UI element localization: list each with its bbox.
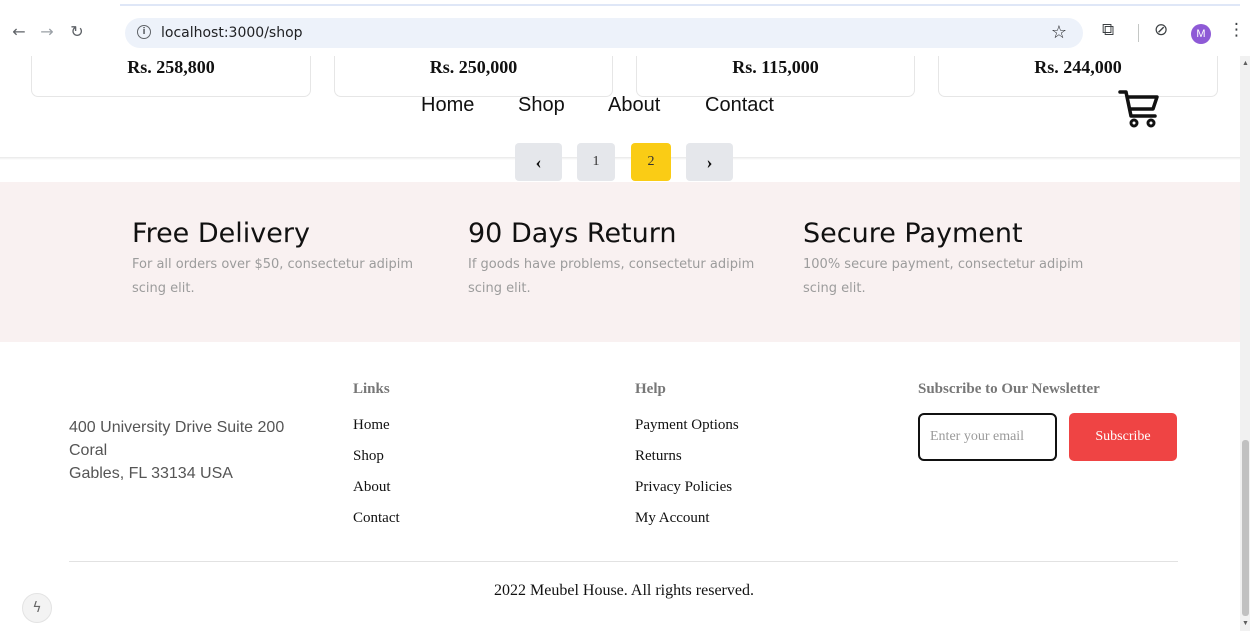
tab-strip-edge bbox=[120, 4, 1240, 6]
feature-secure-payment: Secure Payment 100% secure payment, cons… bbox=[803, 218, 1103, 301]
newsletter-email-input[interactable] bbox=[918, 413, 1057, 461]
pagination-prev-button[interactable]: ‹ bbox=[515, 143, 562, 181]
feature-description: For all orders over $50, consectetur adi… bbox=[132, 257, 414, 296]
footer-link-shop[interactable]: Shop bbox=[353, 448, 384, 465]
address-line: 400 University Drive Suite 200 bbox=[69, 419, 285, 436]
address-line: Coral bbox=[69, 442, 108, 459]
extensions-icon[interactable]: ⧉ bbox=[1102, 20, 1114, 40]
footer-divider bbox=[69, 561, 1178, 562]
footer-link-about[interactable]: About bbox=[353, 479, 391, 496]
profile-avatar[interactable]: M bbox=[1191, 24, 1211, 44]
performance-icon[interactable]: ⊘ bbox=[1154, 20, 1168, 40]
footer-link-contact[interactable]: Contact bbox=[353, 510, 400, 527]
footer-link-my-account[interactable]: My Account bbox=[635, 510, 710, 527]
product-price: Rs. 115,000 bbox=[732, 57, 819, 77]
footer-link-home[interactable]: Home bbox=[353, 417, 390, 434]
scroll-up-arrow-icon[interactable]: ▲ bbox=[1242, 60, 1249, 67]
header-divider bbox=[0, 157, 1240, 160]
pagination-page-1[interactable]: 1 bbox=[577, 143, 615, 181]
product-price: Rs. 244,000 bbox=[1034, 57, 1122, 77]
page-scrollbar-thumb[interactable] bbox=[1242, 440, 1249, 616]
footer-links-heading: Links bbox=[353, 381, 390, 397]
feature-title: Secure Payment bbox=[803, 218, 1023, 249]
bookmark-star-icon[interactable]: ☆ bbox=[1051, 22, 1067, 43]
pagination-page-2[interactable]: 2 bbox=[631, 143, 671, 181]
subscribe-button[interactable]: Subscribe bbox=[1069, 413, 1177, 461]
address-line: Gables, FL 33134 USA bbox=[69, 465, 233, 482]
features-section: Free Delivery For all orders over $50, c… bbox=[0, 182, 1240, 342]
footer-link-payment-options[interactable]: Payment Options bbox=[635, 417, 739, 434]
browser-toolbar: ← → ↻ i localhost:3000/shop ☆ ⧉ ⊘ M ⋮ bbox=[0, 0, 1250, 56]
feature-free-delivery: Free Delivery For all orders over $50, c… bbox=[132, 218, 432, 301]
product-price: Rs. 258,800 bbox=[127, 57, 215, 77]
page-viewport: Rs. 258,800 Rs. 250,000 Rs. 115,000 Rs. … bbox=[0, 56, 1240, 631]
copyright-text: 2022 Meubel House. All rights reserved. bbox=[494, 582, 754, 599]
footer-link-privacy-policies[interactable]: Privacy Policies bbox=[635, 479, 732, 496]
cart-icon[interactable] bbox=[1117, 86, 1161, 130]
footer-link-returns[interactable]: Returns bbox=[635, 448, 682, 465]
newsletter-heading: Subscribe to Our Newsletter bbox=[918, 381, 1100, 397]
forward-icon[interactable]: → bbox=[36, 20, 58, 42]
feature-title: Free Delivery bbox=[132, 218, 310, 249]
product-price: Rs. 250,000 bbox=[429, 57, 518, 77]
footer-help-heading: Help bbox=[635, 381, 666, 397]
feature-title: 90 Days Return bbox=[468, 218, 677, 249]
pagination-next-button[interactable]: › bbox=[686, 143, 733, 181]
feature-description: If goods have problems, consectetur adip… bbox=[468, 257, 755, 296]
nav-shop[interactable]: Shop bbox=[518, 94, 565, 117]
reload-icon[interactable]: ↻ bbox=[66, 20, 88, 42]
url-text[interactable]: localhost:3000/shop bbox=[161, 25, 303, 41]
devtools-bolt-icon[interactable]: ϟ bbox=[22, 593, 52, 623]
feature-description: 100% secure payment, consectetur adipim … bbox=[803, 257, 1084, 296]
feature-returns: 90 Days Return If goods have problems, c… bbox=[468, 218, 768, 301]
footer-address: 400 University Drive Suite 200 Coral Gab… bbox=[69, 416, 319, 485]
scroll-down-arrow-icon[interactable]: ▼ bbox=[1242, 620, 1249, 627]
nav-home[interactable]: Home bbox=[421, 94, 474, 117]
site-info-icon[interactable]: i bbox=[137, 25, 151, 39]
more-menu-icon[interactable]: ⋮ bbox=[1228, 20, 1245, 40]
address-bar[interactable]: i localhost:3000/shop ☆ bbox=[125, 18, 1083, 48]
nav-about[interactable]: About bbox=[608, 94, 660, 117]
nav-contact[interactable]: Contact bbox=[705, 94, 774, 117]
toolbar-separator bbox=[1138, 24, 1139, 42]
back-icon[interactable]: ← bbox=[8, 20, 30, 42]
